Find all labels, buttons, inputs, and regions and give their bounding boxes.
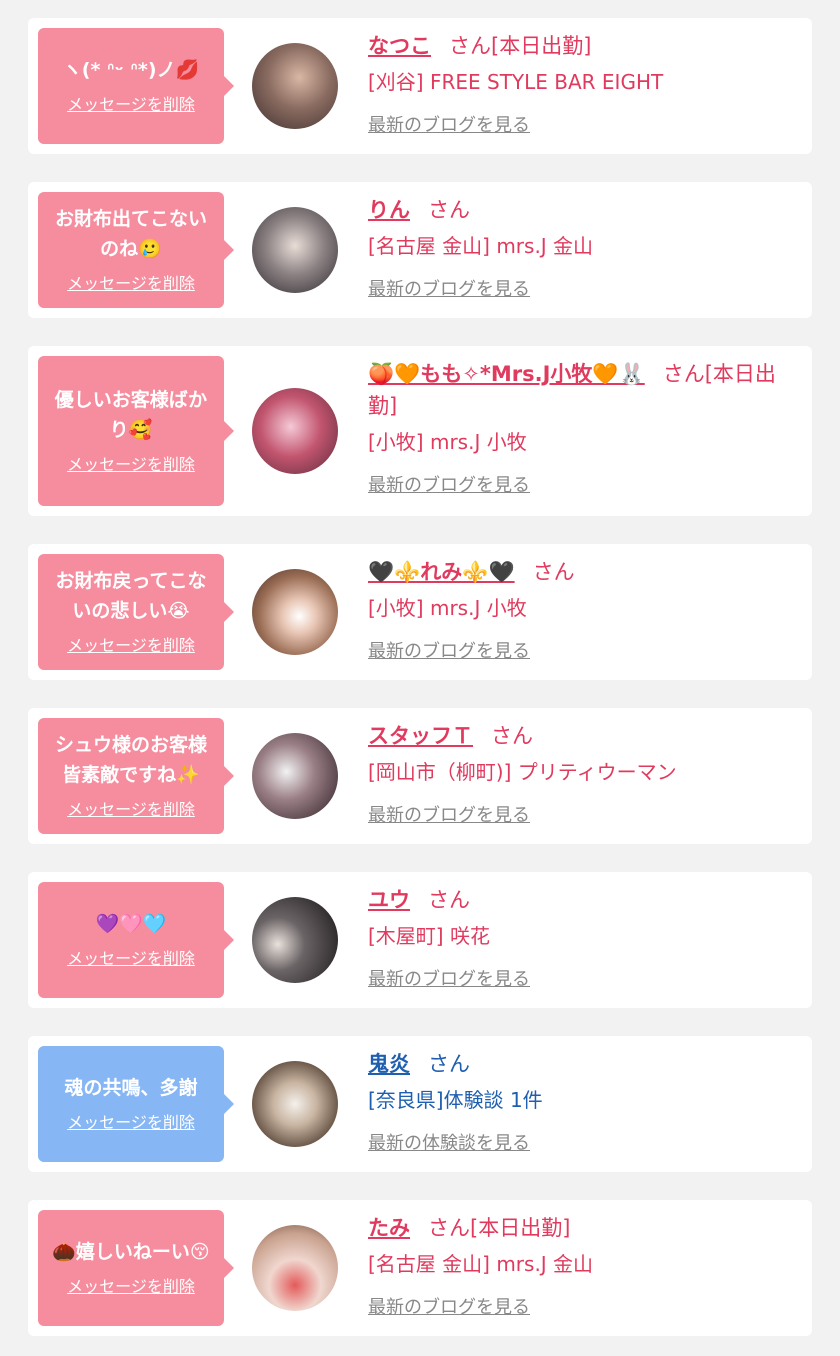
shop-name: [岡山市（柳町)] プリティウーマン — [368, 760, 677, 784]
list-item: 🌰嬉しいねーい😚 メッセージを削除 たみ さん[本日出勤] [名古屋 金山] mr… — [28, 1200, 812, 1336]
latest-blog-link[interactable]: 最新のブログを見る — [368, 640, 530, 664]
message-text: シュウ様のお客様皆素敵ですね✨ — [54, 734, 207, 786]
user-name-link[interactable]: 鬼炎 — [368, 1052, 410, 1076]
delete-message-link[interactable]: メッセージを削除 — [67, 274, 195, 294]
list-item: ヽ(* ᐢᵕ ᐢ*)ノ💋 メッセージを削除 なつこ さん[本日出勤] [刈谷] F… — [28, 18, 812, 154]
delete-message-link[interactable]: メッセージを削除 — [67, 1113, 195, 1133]
avatar[interactable] — [252, 569, 338, 655]
user-info: なつこ さん[本日出勤] [刈谷] FREE STYLE BAR EIGHT 最新… — [368, 28, 802, 138]
user-info: ユウ さん [木屋町] 咲花 最新のブログを見る — [368, 882, 802, 992]
latest-blog-link[interactable]: 最新のブログを見る — [368, 114, 530, 138]
user-name-link[interactable]: ユウ — [368, 888, 410, 912]
delete-message-link[interactable]: メッセージを削除 — [67, 949, 195, 969]
user-suffix: さん[本日出勤] — [428, 1216, 571, 1240]
shop-name: [刈谷] FREE STYLE BAR EIGHT — [368, 70, 664, 94]
user-info: スタッフＴ さん [岡山市（柳町)] プリティウーマン 最新のブログを見る — [368, 718, 802, 828]
message-text: 🌰嬉しいねーい😚 — [52, 1241, 210, 1263]
user-suffix: さん — [428, 888, 470, 912]
user-name-link[interactable]: 🍑🧡もも✧*Mrs.J小牧🧡🐰 — [368, 362, 645, 386]
list-item: お財布戻ってこないの悲しい😭 メッセージを削除 🖤⚜️れみ⚜️🖤 さん [小牧] … — [28, 544, 812, 680]
latest-blog-link[interactable]: 最新のブログを見る — [368, 474, 530, 498]
user-info: 鬼炎 さん [奈良県]体験談 1件 最新の体験談を見る — [368, 1046, 802, 1156]
name-line: 🖤⚜️れみ⚜️🖤 さん — [368, 556, 802, 588]
list-item: シュウ様のお客様皆素敵ですね✨ メッセージを削除 スタッフＴ さん [岡山市（柳町… — [28, 708, 812, 844]
user-info: りん さん [名古屋 金山] mrs.J 金山 最新のブログを見る — [368, 192, 802, 302]
shop-name: [小牧] mrs.J 小牧 — [368, 430, 527, 454]
delete-message-link[interactable]: メッセージを削除 — [67, 1277, 195, 1297]
latest-blog-link[interactable]: 最新のブログを見る — [368, 1296, 530, 1320]
message-text: お財布戻ってこないの悲しい😭 — [55, 570, 207, 622]
shop-name: [小牧] mrs.J 小牧 — [368, 596, 527, 620]
message-bubble: 魂の共鳴、多謝 メッセージを削除 — [38, 1046, 234, 1162]
name-line: 鬼炎 さん — [368, 1048, 802, 1080]
delete-message-link[interactable]: メッセージを削除 — [67, 95, 195, 115]
user-name-link[interactable]: りん — [368, 198, 410, 222]
user-suffix: さん — [532, 560, 575, 584]
message-text: お財布出てこないのね🥲 — [54, 208, 207, 260]
delete-message-link[interactable]: メッセージを削除 — [67, 455, 195, 475]
message-bubble: シュウ様のお客様皆素敵ですね✨ メッセージを削除 — [38, 718, 234, 834]
latest-blog-link[interactable]: 最新のブログを見る — [368, 968, 530, 992]
message-text: 優しいお客様ばかり🥰 — [54, 389, 208, 441]
latest-blog-link[interactable]: 最新のブログを見る — [368, 804, 530, 828]
delete-message-link[interactable]: メッセージを削除 — [67, 800, 195, 820]
list-item: 魂の共鳴、多謝 メッセージを削除 鬼炎 さん [奈良県]体験談 1件 最新の体験談… — [28, 1036, 812, 1172]
latest-blog-link[interactable]: 最新のブログを見る — [368, 278, 530, 302]
user-info: 🍑🧡もも✧*Mrs.J小牧🧡🐰 さん[本日出勤] [小牧] mrs.J 小牧 最新… — [368, 356, 802, 498]
avatar[interactable] — [252, 1061, 338, 1147]
user-info: たみ さん[本日出勤] [名古屋 金山] mrs.J 金山 最新のブログを見る — [368, 1210, 802, 1320]
avatar[interactable] — [252, 207, 338, 293]
user-suffix: さん — [428, 198, 470, 222]
avatar[interactable] — [252, 43, 338, 129]
user-name-link[interactable]: 🖤⚜️れみ⚜️🖤 — [368, 560, 515, 584]
name-line: なつこ さん[本日出勤] — [368, 30, 802, 62]
list-item: お財布出てこないのね🥲 メッセージを削除 りん さん [名古屋 金山] mrs.J… — [28, 182, 812, 318]
message-bubble: お財布出てこないのね🥲 メッセージを削除 — [38, 192, 234, 308]
latest-review-link[interactable]: 最新の体験談を見る — [368, 1132, 530, 1156]
message-bubble: 🌰嬉しいねーい😚 メッセージを削除 — [38, 1210, 234, 1326]
shop-name: [名古屋 金山] mrs.J 金山 — [368, 1252, 594, 1276]
user-suffix: さん — [428, 1052, 470, 1076]
user-suffix: さん — [491, 724, 533, 748]
message-bubble: ヽ(* ᐢᵕ ᐢ*)ノ💋 メッセージを削除 — [38, 28, 234, 144]
shop-name: [木屋町] 咲花 — [368, 924, 490, 948]
message-bubble: 優しいお客様ばかり🥰 メッセージを削除 — [38, 356, 234, 506]
name-line: ユウ さん — [368, 884, 802, 916]
user-suffix: さん[本日出勤] — [449, 34, 592, 58]
avatar[interactable] — [252, 1225, 338, 1311]
avatar[interactable] — [252, 733, 338, 819]
list-item: 優しいお客様ばかり🥰 メッセージを削除 🍑🧡もも✧*Mrs.J小牧🧡🐰 さん[本日… — [28, 346, 812, 516]
user-name-link[interactable]: スタッフＴ — [368, 724, 473, 748]
message-text: 💜🩷🩵 — [95, 913, 167, 935]
shop-name: [奈良県]体験談 1件 — [368, 1088, 543, 1112]
message-bubble: 💜🩷🩵 メッセージを削除 — [38, 882, 234, 998]
avatar[interactable] — [252, 897, 338, 983]
avatar[interactable] — [252, 388, 338, 474]
user-name-link[interactable]: たみ — [368, 1216, 410, 1240]
user-info: 🖤⚜️れみ⚜️🖤 さん [小牧] mrs.J 小牧 最新のブログを見る — [368, 554, 802, 664]
name-line: スタッフＴ さん — [368, 720, 802, 752]
message-bubble: お財布戻ってこないの悲しい😭 メッセージを削除 — [38, 554, 234, 670]
message-text: ヽ(* ᐢᵕ ᐢ*)ノ💋 — [62, 59, 200, 81]
name-line: りん さん — [368, 194, 802, 226]
list-item: 💜🩷🩵 メッセージを削除 ユウ さん [木屋町] 咲花 最新のブログを見る — [28, 872, 812, 1008]
user-name-link[interactable]: なつこ — [368, 34, 431, 58]
shop-name: [名古屋 金山] mrs.J 金山 — [368, 234, 594, 258]
name-line: たみ さん[本日出勤] — [368, 1212, 802, 1244]
message-text: 魂の共鳴、多謝 — [64, 1077, 198, 1099]
message-list: ヽ(* ᐢᵕ ᐢ*)ノ💋 メッセージを削除 なつこ さん[本日出勤] [刈谷] F… — [0, 0, 840, 1336]
name-line: 🍑🧡もも✧*Mrs.J小牧🧡🐰 さん[本日出勤] — [368, 358, 802, 422]
delete-message-link[interactable]: メッセージを削除 — [67, 636, 195, 656]
